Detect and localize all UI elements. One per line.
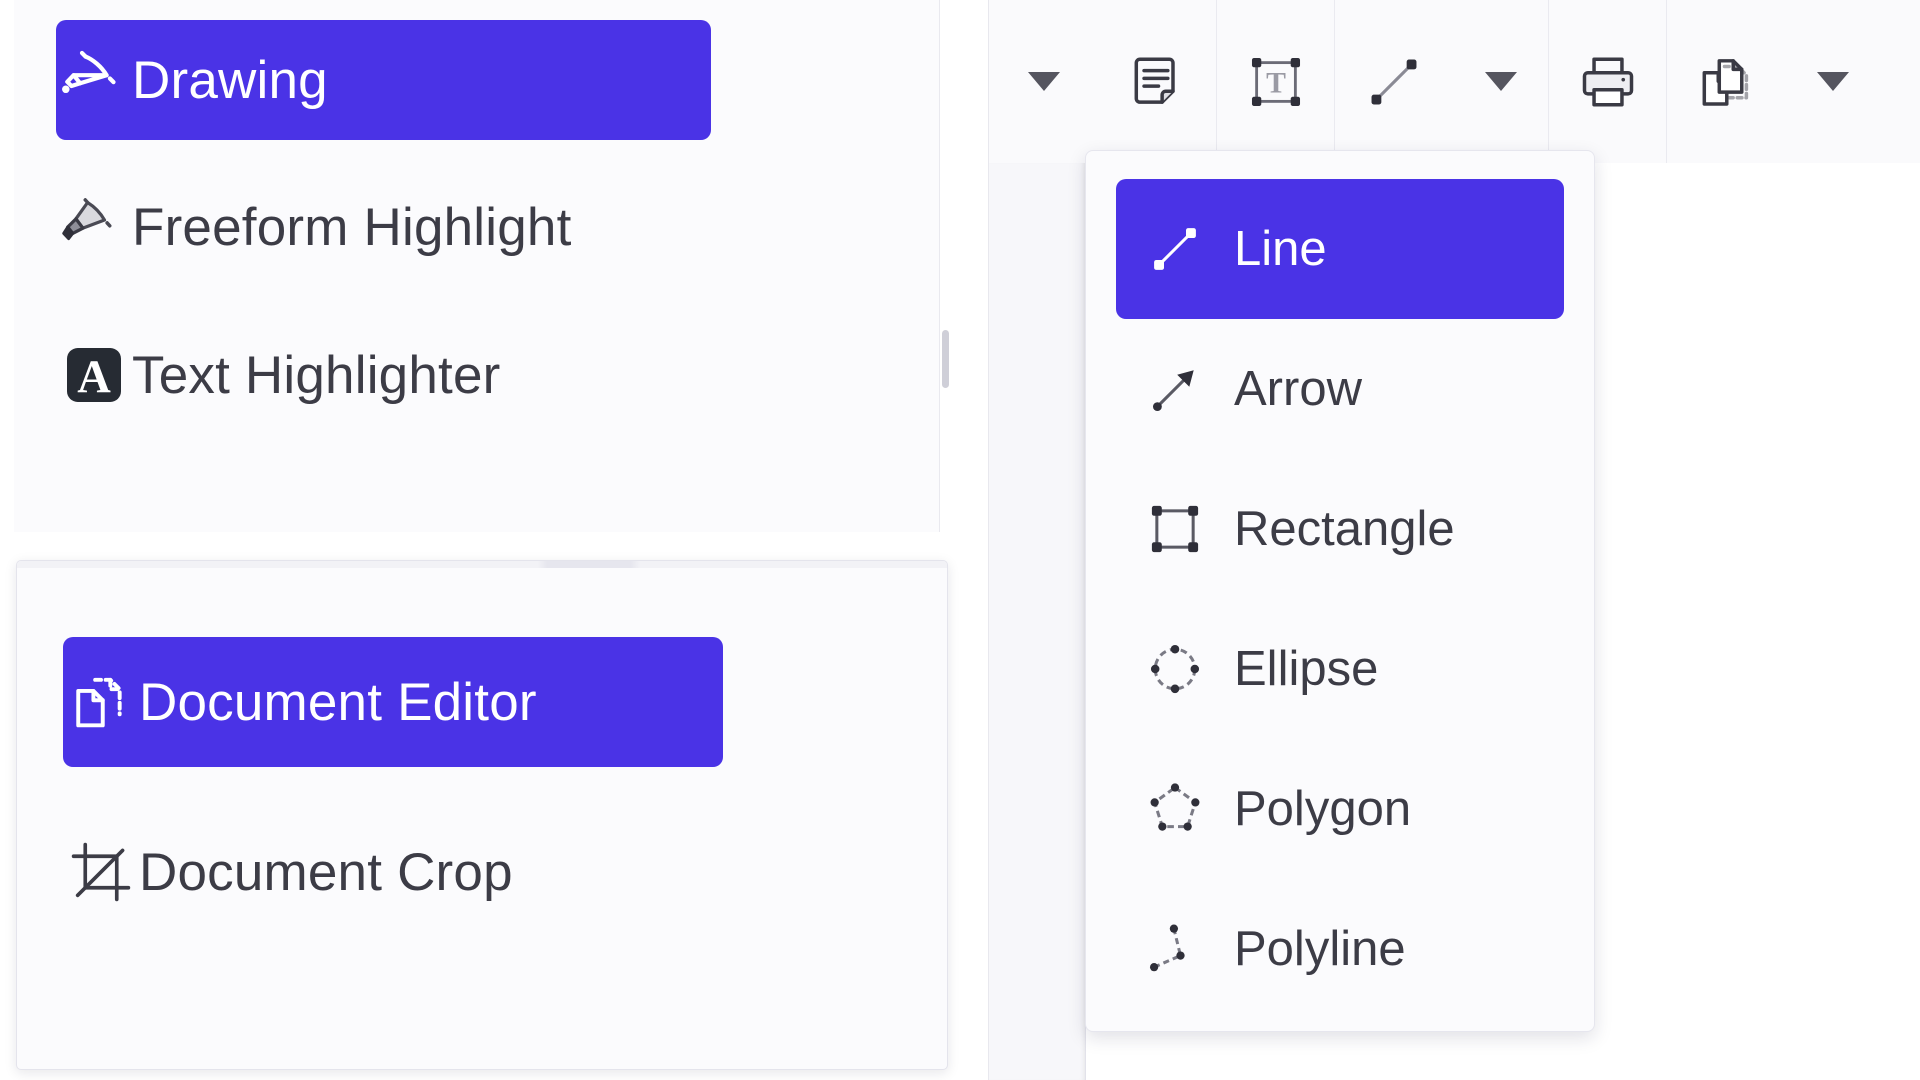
arrow-shape-icon	[1116, 356, 1234, 422]
polygon-shape-icon	[1116, 776, 1234, 842]
shapes-menu-item-polyline[interactable]: Polyline	[1116, 879, 1564, 1019]
drawing-tools-panel: Drawing Freeform Highlight A Text Highli…	[14, 0, 952, 532]
document-copy-icon	[1695, 51, 1757, 113]
panel-top-strip	[17, 561, 947, 568]
chevron-down-icon	[1484, 72, 1517, 91]
shapes-menu-item-label: Polygon	[1234, 782, 1412, 836]
ellipse-shape-icon	[1116, 636, 1234, 702]
menu-item-label: Text Highlighter	[132, 345, 501, 405]
toolbar-side-rail	[989, 163, 1086, 1080]
editor-right-panel: T Line Arrow Rectangle Ellipse Polygon P…	[988, 0, 1920, 1080]
menu-item-label: Document Editor	[139, 672, 537, 732]
editor-toolbar: T	[989, 0, 1920, 164]
rectangle-shape-icon	[1116, 496, 1234, 562]
shapes-menu-item-rectangle[interactable]: Rectangle	[1116, 459, 1564, 599]
menu-item-label: Freeform Highlight	[132, 197, 572, 257]
line-shape-icon	[1363, 51, 1425, 113]
marker-highlight-icon	[56, 192, 132, 262]
svg-text:T: T	[1266, 67, 1286, 99]
text-box-t-icon: T	[1245, 51, 1307, 113]
shapes-menu-item-label: Arrow	[1234, 362, 1362, 416]
chevron-down-icon	[1028, 72, 1060, 91]
crop-icon	[63, 837, 139, 907]
panel-scrollbar[interactable]	[939, 0, 952, 532]
screenshot-root: Drawing Freeform Highlight A Text Highli…	[0, 0, 1920, 1080]
menu-item-document-crop[interactable]: Document Crop	[63, 813, 723, 931]
shapes-menu-item-arrow[interactable]: Arrow	[1116, 319, 1564, 459]
text-highlight-a-icon: A	[56, 339, 132, 411]
printer-icon	[1577, 51, 1639, 113]
shapes-menu-item-line[interactable]: Line	[1116, 179, 1564, 319]
menu-item-document-editor[interactable]: Document Editor	[63, 637, 723, 767]
line-shape-icon	[1116, 216, 1234, 282]
toolbar-sticky-note-button[interactable]	[1099, 0, 1217, 163]
svg-text:A: A	[77, 352, 111, 403]
menu-item-drawing[interactable]: Drawing	[56, 20, 711, 140]
highlighter-pen-icon	[56, 44, 132, 116]
toolbar-caret-left[interactable]	[989, 0, 1099, 163]
menu-item-label: Drawing	[132, 50, 328, 110]
left-panels-column: Drawing Freeform Highlight A Text Highli…	[0, 0, 952, 1080]
shapes-menu-item-label: Ellipse	[1234, 642, 1379, 696]
shapes-menu-item-ellipse[interactable]: Ellipse	[1116, 599, 1564, 739]
toolbar-text-box-button[interactable]: T	[1217, 0, 1335, 163]
toolbar-document-copy-button[interactable]	[1667, 0, 1785, 163]
scrollbar-thumb[interactable]	[942, 330, 949, 388]
shapes-menu-item-label: Polyline	[1234, 922, 1406, 976]
toolbar-overflow-caret[interactable]	[1785, 0, 1881, 163]
toolbar-shapes-caret[interactable]	[1453, 0, 1549, 163]
shapes-menu-item-label: Line	[1234, 222, 1327, 276]
note-document-icon	[1127, 51, 1189, 113]
shapes-dropdown-menu: Line Arrow Rectangle Ellipse Polygon Pol…	[1085, 150, 1595, 1032]
shapes-menu-item-polygon[interactable]: Polygon	[1116, 739, 1564, 879]
menu-item-text-highlighter[interactable]: A Text Highlighter	[56, 320, 711, 430]
chevron-down-icon	[1817, 72, 1849, 91]
drawing-tools-panel-body: Drawing Freeform Highlight A Text Highli…	[14, 0, 952, 532]
document-tools-panel: Document Editor Document Crop	[16, 560, 948, 1070]
polyline-shape-icon	[1116, 916, 1234, 982]
toolbar-line-shape-button[interactable]	[1335, 0, 1453, 163]
toolbar-print-button[interactable]	[1549, 0, 1667, 163]
shapes-menu-item-label: Rectangle	[1234, 502, 1455, 556]
menu-item-freeform-highlight[interactable]: Freeform Highlight	[56, 172, 711, 282]
menu-item-label: Document Crop	[139, 842, 513, 902]
document-copy-icon	[63, 667, 139, 737]
